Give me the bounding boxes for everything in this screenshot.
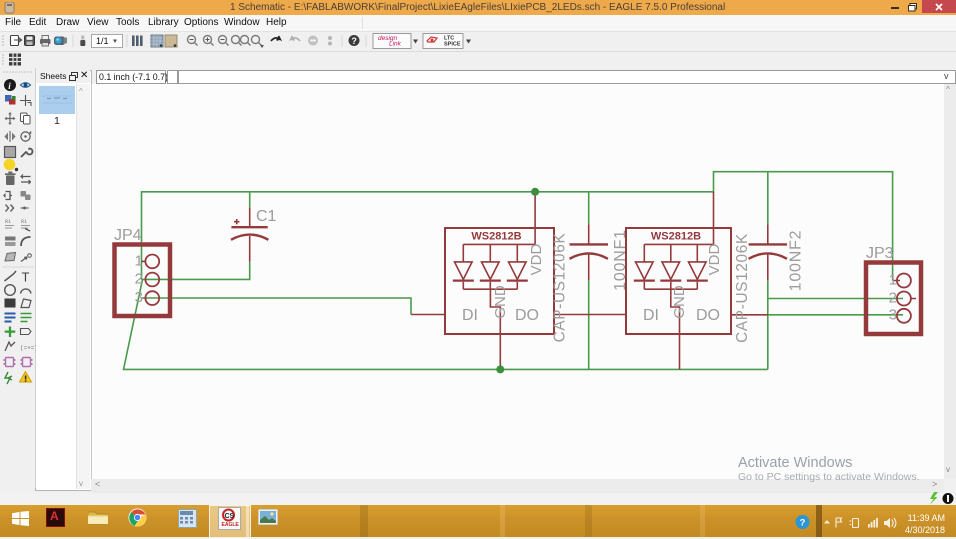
svg-text:R1: R1 — [21, 219, 27, 225]
svg-text:Link: Link — [389, 41, 402, 48]
svg-text:JP4: JP4 — [114, 227, 142, 244]
svg-text:2: 2 — [135, 271, 143, 288]
svg-text:100NF2: 100NF2 — [788, 230, 805, 292]
svg-text:3: 3 — [889, 307, 897, 324]
svg-text:CAP-US1206K: CAP-US1206K — [734, 233, 751, 343]
svg-text:GND: GND — [492, 285, 509, 319]
svg-text:3: 3 — [135, 289, 143, 306]
svg-text:DI: DI — [462, 307, 478, 324]
svg-text:R1: R1 — [5, 219, 11, 225]
svg-text:?: ? — [351, 36, 357, 46]
svg-text:1: 1 — [889, 272, 897, 289]
svg-text:GND: GND — [671, 285, 688, 319]
svg-text:EAGLE: EAGLE — [222, 522, 240, 528]
svg-text:DO: DO — [696, 307, 720, 324]
svg-text:2: 2 — [889, 290, 897, 307]
svg-text:DO: DO — [515, 307, 539, 324]
svg-text:WS2812B: WS2812B — [651, 231, 701, 243]
svg-text:SPICE: SPICE — [444, 42, 461, 48]
svg-text:DI: DI — [643, 307, 659, 324]
svg-text:(=+=): (=+=) — [20, 345, 36, 352]
svg-text:100NF1: 100NF1 — [612, 229, 629, 291]
svg-text:T: T — [22, 270, 30, 285]
svg-text:?: ? — [800, 518, 806, 529]
svg-text:CS: CS — [225, 513, 235, 520]
svg-text:1: 1 — [135, 253, 143, 270]
svg-text:1/1: 1/1 — [96, 36, 109, 46]
svg-text:C1: C1 — [256, 208, 277, 225]
svg-text:WS2812B: WS2812B — [471, 231, 521, 243]
svg-text:VDD: VDD — [706, 243, 723, 275]
svg-text:CAP-US1206K: CAP-US1206K — [552, 233, 569, 343]
svg-text:VDD: VDD — [528, 243, 545, 275]
svg-text:JP3: JP3 — [866, 245, 894, 262]
